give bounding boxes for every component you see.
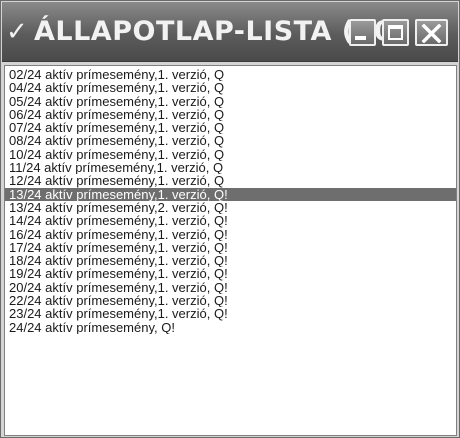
- status-list-window: ✓ ÁLLAPOTLAP-LISTA (20) 02/24 aktív prím…: [0, 0, 460, 438]
- list-item[interactable]: 20/24 aktív prímesemény,1. verzió, Q!: [5, 281, 456, 294]
- list-item[interactable]: 12/24 aktív prímesemény,1. verzió, Q: [5, 174, 456, 187]
- list-item[interactable]: 11/24 aktív prímesemény,1. verzió, Q: [5, 161, 456, 174]
- status-list[interactable]: 02/24 aktív prímesemény,1. verzió, Q 04/2…: [4, 65, 457, 436]
- list-item[interactable]: 07/24 aktív prímesemény,1. verzió, Q: [5, 121, 456, 134]
- maximize-icon: [388, 25, 403, 40]
- minimize-icon: [355, 36, 366, 40]
- list-item[interactable]: 23/24 aktív prímesemény,1. verzió, Q!: [5, 307, 456, 320]
- list-item[interactable]: 14/24 aktív prímesemény,1. verzió, Q!: [5, 214, 456, 227]
- list-item[interactable]: 10/24 aktív prímesemény,1. verzió, Q: [5, 148, 456, 161]
- list-item[interactable]: 22/24 aktív prímesemény,1. verzió, Q!: [5, 294, 456, 307]
- list-item[interactable]: 24/24 aktív prímesemény, Q!: [5, 321, 456, 334]
- list-item[interactable]: 13/24 aktív prímesemény,2. verzió, Q!: [5, 201, 456, 214]
- title-bar[interactable]: ✓ ÁLLAPOTLAP-LISTA (20): [2, 2, 458, 62]
- list-item[interactable]: 02/24 aktív prímesemény,1. verzió, Q: [5, 68, 456, 81]
- list-item[interactable]: 18/24 aktív prímesemény,1. verzió, Q!: [5, 254, 456, 267]
- list-item[interactable]: 04/24 aktív prímesemény,1. verzió, Q: [5, 81, 456, 94]
- list-item[interactable]: 08/24 aktív prímesemény,1. verzió, Q: [5, 134, 456, 147]
- checkmark-icon: ✓: [6, 17, 28, 47]
- minimize-button[interactable]: [349, 19, 376, 46]
- close-button[interactable]: [415, 19, 448, 46]
- list-item[interactable]: 17/24 aktív prímesemény,1. verzió, Q!: [5, 241, 456, 254]
- list-item[interactable]: 06/24 aktív prímesemény,1. verzió, Q: [5, 108, 456, 121]
- list-item[interactable]: 13/24 aktív prímesemény,1. verzió, Q!: [5, 187, 456, 201]
- close-icon: [421, 24, 442, 43]
- maximize-button[interactable]: [382, 19, 409, 46]
- list-item[interactable]: 19/24 aktív prímesemény,1. verzió, Q!: [5, 267, 456, 280]
- list-item[interactable]: 05/24 aktív prímesemény,1. verzió, Q: [5, 95, 456, 108]
- list-item[interactable]: 16/24 aktív prímesemény,1. verzió, Q!: [5, 228, 456, 241]
